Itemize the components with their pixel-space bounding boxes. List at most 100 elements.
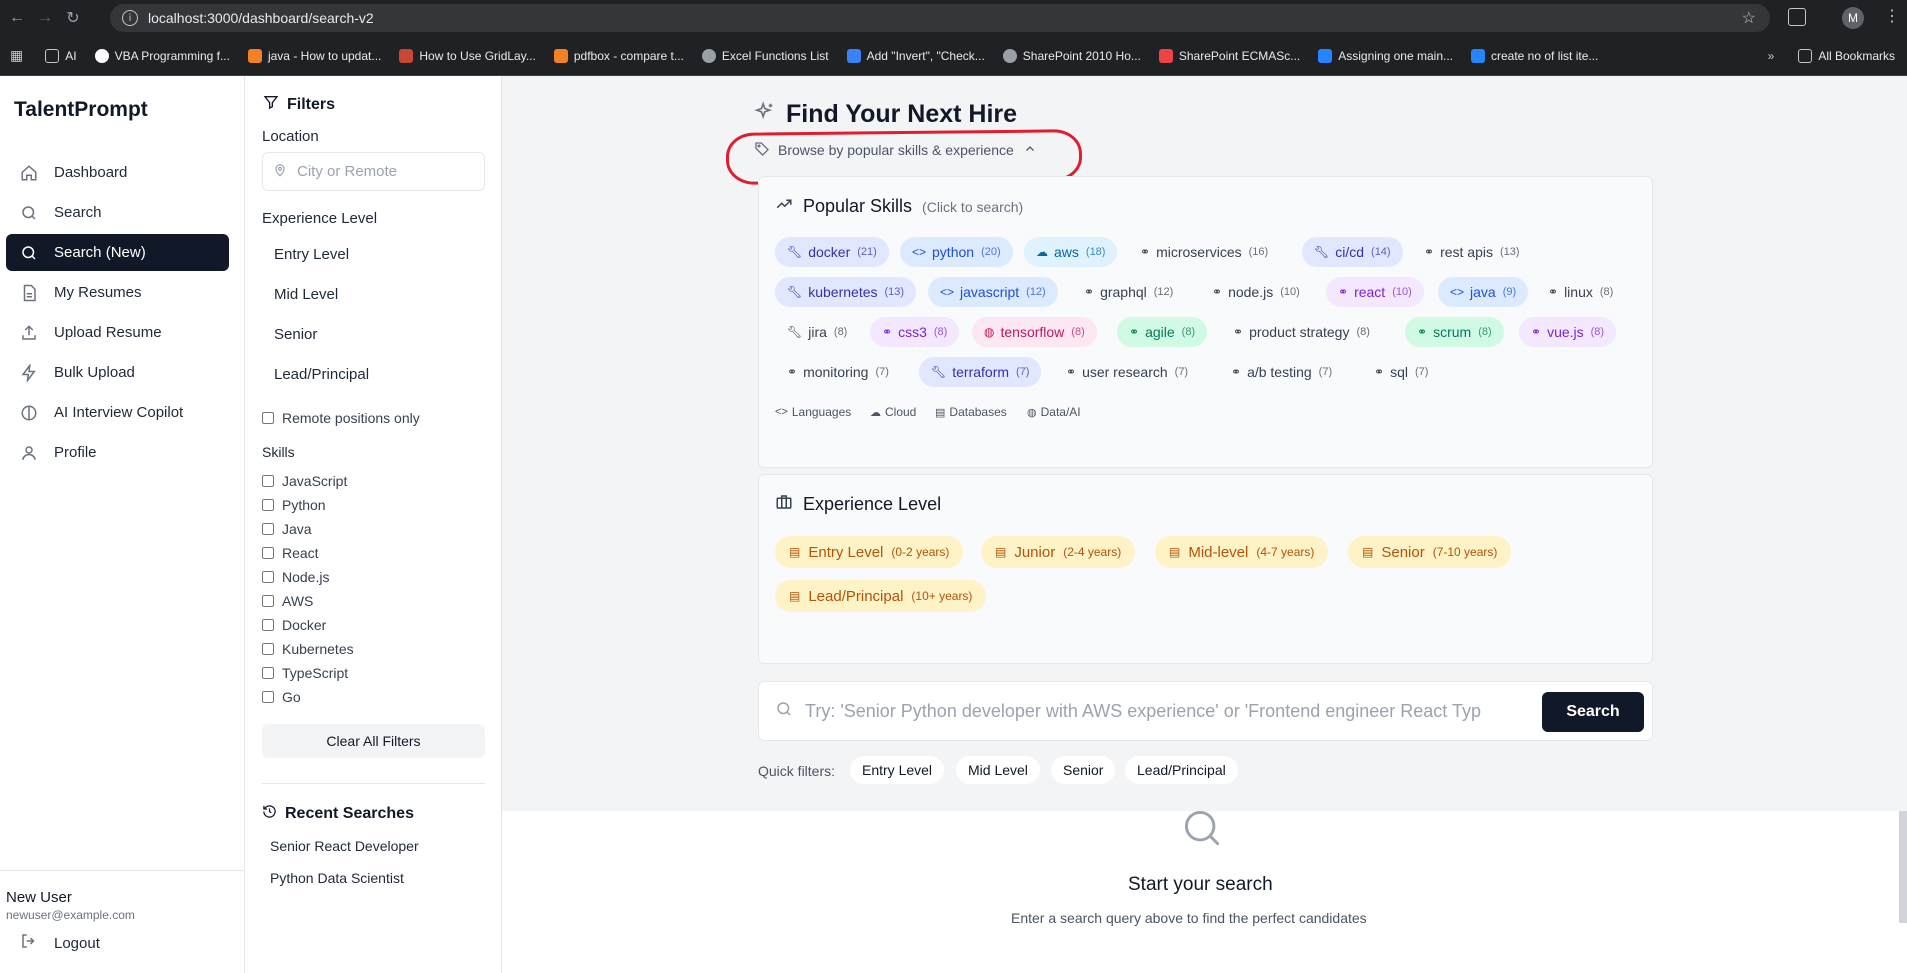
forward-icon[interactable]: → [34,7,56,29]
scrollbar[interactable] [1899,811,1907,923]
quick-filter-mid[interactable]: Mid Level [955,755,1041,785]
checkbox[interactable] [262,571,274,583]
skill-checkbox-kubernetes[interactable]: Kubernetes [262,641,354,657]
recent-search-item[interactable]: Senior React Developer [270,838,419,854]
browser-menu-icon[interactable]: ⋮ [1884,6,1900,26]
skill-checkbox-nodejs[interactable]: Node.js [262,569,329,585]
experience-chip-mid-level[interactable]: ▤ Mid-level (4-7 years) [1155,536,1329,568]
skill-chip-monitoring[interactable]: ⚭ monitoring (7) [775,357,901,387]
checkbox[interactable] [262,523,274,535]
experience-option[interactable]: Lead/Principal [274,366,369,383]
sidebar-item-my-resumes[interactable]: My Resumes [6,274,229,311]
bookmark-item[interactable]: VBA Programming f... [94,48,230,63]
skill-chip-java[interactable]: <> java (9) [1438,277,1529,307]
skill-chip-scrum[interactable]: ⚭ scrum (8) [1405,317,1504,347]
skill-chip-product-strategy[interactable]: ⚭ product strategy (8) [1221,317,1382,347]
experience-option[interactable]: Senior [274,326,317,343]
skill-chip-python[interactable]: <> python (20) [900,237,1013,267]
checkbox[interactable] [262,412,274,424]
checkbox[interactable] [262,619,274,631]
sidebar-item-search-new[interactable]: Search (New) [6,234,229,271]
experience-chip-senior[interactable]: ▤ Senior (7-10 years) [1348,536,1512,568]
sidebar-item-profile[interactable]: Profile [6,434,229,471]
skill-checkbox-react[interactable]: React [262,545,319,561]
back-icon[interactable]: ← [6,7,28,29]
bookmark-item[interactable]: SharePoint 2010 Ho... [1002,48,1141,63]
quick-filter-entry[interactable]: Entry Level [849,755,946,785]
remote-only-checkbox[interactable]: Remote positions only [262,410,420,426]
apps-grid-icon[interactable]: ▦ [10,47,23,64]
skill-chip-agile[interactable]: ⚭ agile (8) [1117,317,1208,347]
skill-chip-nodejs[interactable]: ⚭ node.js (10) [1200,277,1312,307]
experience-chip-entry[interactable]: ▤ Entry Level (0-2 years) [775,536,964,568]
skill-chip-rest-apis[interactable]: ⚭ rest apis (13) [1412,237,1532,267]
skill-chip-graphql[interactable]: ⚭ graphql (12) [1072,277,1185,307]
experience-chip-lead[interactable]: ▤ Lead/Principal (10+ years) [775,580,987,612]
recent-search-item[interactable]: Python Data Scientist [270,870,404,886]
all-bookmarks-link[interactable]: All Bookmarks [1818,49,1895,63]
location-input[interactable]: City or Remote [262,152,485,191]
extensions-icon[interactable] [1788,8,1806,26]
checkbox[interactable] [262,499,274,511]
skill-chip-kubernetes[interactable]: 🔧︎ kubernetes (13) [775,277,917,307]
bookmark-item[interactable]: create no of list ite... [1471,48,1598,63]
skill-chip-ab-testing[interactable]: ⚭ a/b testing (7) [1219,357,1344,387]
skill-checkbox-go[interactable]: Go [262,689,301,705]
reload-icon[interactable]: ↻ [62,7,84,29]
profile-avatar[interactable]: M [1842,7,1864,29]
bookmark-star-icon[interactable]: ☆ [1742,8,1756,28]
skill-chip-vuejs[interactable]: ⚭ vue.js (8) [1519,317,1617,347]
skill-chip-user-research[interactable]: ⚭ user research (7) [1054,357,1200,387]
skill-chip-css3[interactable]: ⚭ css3 (8) [870,317,960,347]
skill-checkbox-docker[interactable]: Docker [262,617,326,633]
bookmark-item[interactable]: SharePoint ECMASc... [1158,48,1300,63]
bookmark-item[interactable]: java - How to updat... [247,48,381,63]
bookmark-item[interactable]: Excel Functions List [701,48,829,63]
logout-button[interactable]: Logout [6,932,100,954]
skill-chip-react[interactable]: ⚭ react (10) [1326,277,1424,307]
checkbox[interactable] [262,643,274,655]
checkbox[interactable] [262,595,274,607]
quick-filter-senior[interactable]: Senior [1050,755,1117,785]
clear-filters-button[interactable]: Clear All Filters [262,724,485,758]
skill-chip-terraform[interactable]: 🔧︎ terraform (7) [919,357,1042,387]
bookmark-item[interactable]: How to Use GridLay... [399,48,536,63]
search-button[interactable]: Search [1542,692,1644,732]
quick-filter-lead[interactable]: Lead/Principal [1124,755,1239,785]
sidebar-item-search[interactable]: Search [6,194,229,231]
checkbox[interactable] [262,547,274,559]
bookmark-item[interactable]: Assigning one main... [1318,48,1453,63]
checkbox[interactable] [262,475,274,487]
skill-chip-linux[interactable]: ⚭ linux (8) [1536,277,1625,307]
skill-chip-cicd[interactable]: 🔧︎ ci/cd (14) [1302,237,1403,267]
bookmark-item[interactable]: AI [45,48,77,63]
bookmark-item[interactable]: pdfbox - compare t... [553,48,684,63]
skill-checkbox-aws[interactable]: AWS [262,593,313,609]
sidebar-item-upload-resume[interactable]: Upload Resume [6,314,229,351]
site-info-icon[interactable]: i [122,10,138,26]
skill-chip-javascript[interactable]: <> javascript (12) [928,277,1058,307]
experience-chip-junior[interactable]: ▤ Junior (2-4 years) [981,536,1136,568]
skill-chip-microservices[interactable]: ⚭ microservices (16) [1128,237,1280,267]
skill-chip-jira[interactable]: 🔧︎ jira (8) [775,317,859,347]
skill-chip-sql[interactable]: ⚭ sql (7) [1362,357,1440,387]
sidebar-item-bulk-upload[interactable]: Bulk Upload [6,354,229,391]
skill-checkbox-python[interactable]: Python [262,497,326,513]
skill-checkbox-javascript[interactable]: JavaScript [262,473,347,489]
experience-option[interactable]: Entry Level [274,246,349,263]
skill-chip-aws[interactable]: ☁︎ aws (18) [1024,237,1118,267]
skill-chip-docker[interactable]: 🔧︎ docker (21) [775,237,889,267]
experience-option[interactable]: Mid Level [274,286,338,303]
more-bookmarks-icon[interactable]: » [1768,49,1775,63]
sidebar-item-ai-interview-copilot[interactable]: AI Interview Copilot [6,394,229,431]
checkbox[interactable] [262,691,274,703]
brand-logo[interactable]: TalentPrompt [14,98,148,122]
search-input[interactable]: Try: 'Senior Python developer with AWS e… [805,701,1525,722]
skill-checkbox-java[interactable]: Java [262,521,312,537]
address-bar[interactable]: i localhost:3000/dashboard/search-v2 ☆ [110,4,1770,32]
skill-checkbox-typescript[interactable]: TypeScript [262,665,348,681]
checkbox[interactable] [262,667,274,679]
skill-chip-tensorflow[interactable]: ◍ tensorflow (8) [972,317,1097,347]
bookmark-item[interactable]: Add "Invert", "Check... [846,48,985,63]
sidebar-item-dashboard[interactable]: Dashboard [6,154,229,191]
